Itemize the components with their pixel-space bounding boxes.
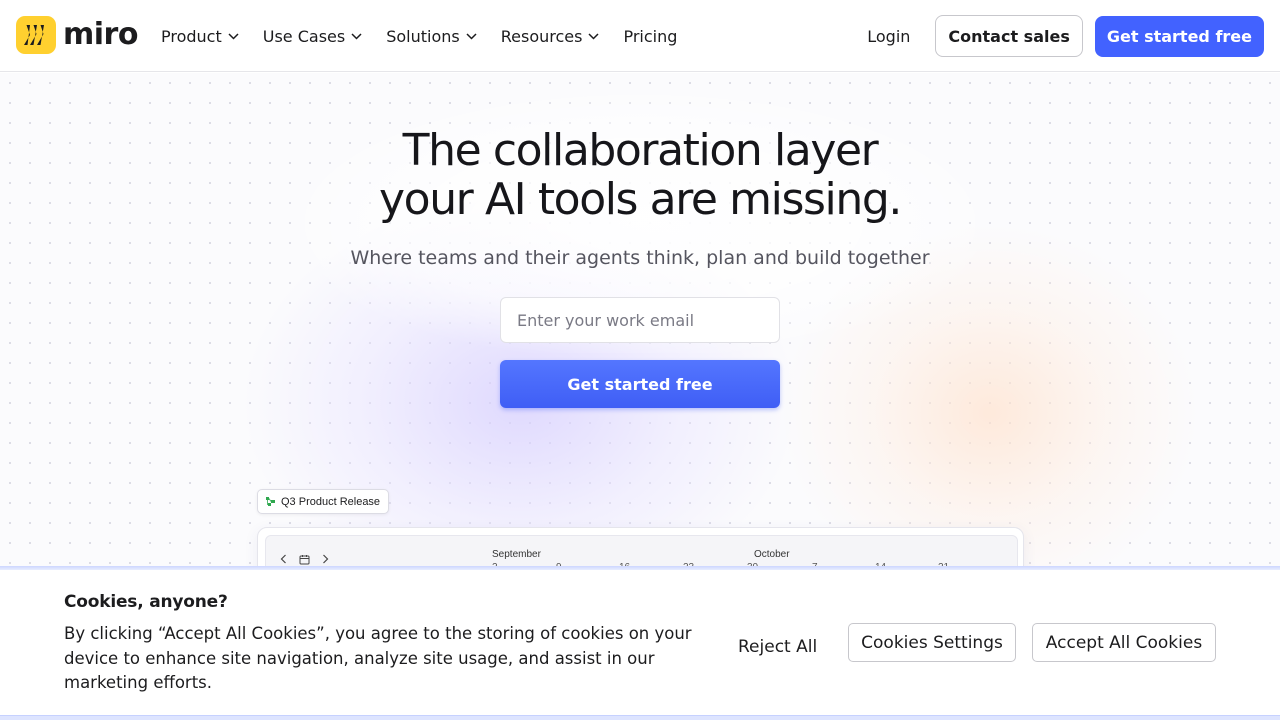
nav-item-label: Product: [161, 26, 222, 46]
chevron-down-icon: [228, 32, 239, 40]
work-email-input[interactable]: [500, 297, 780, 343]
nav-item-product[interactable]: Product: [161, 27, 239, 46]
board-tag-label: Q3 Product Release: [281, 495, 381, 508]
main-menu: Product Use Cases Solutions Resources Pr…: [161, 0, 701, 72]
nav-item-label: Pricing: [623, 26, 678, 46]
headline-line-2: your AI tools are missing.: [379, 174, 902, 225]
contact-sales-button[interactable]: Contact sales: [935, 15, 1083, 57]
chevron-down-icon: [588, 32, 599, 40]
chevron-down-icon: [466, 32, 477, 40]
flow-icon: [265, 496, 276, 507]
nav-item-label: Solutions: [386, 26, 460, 46]
get-started-nav-button[interactable]: Get started free: [1094, 15, 1264, 57]
get-started-hero-button[interactable]: Get started free: [500, 360, 780, 408]
miro-logo[interactable]: miro: [16, 16, 138, 54]
login-link[interactable]: Login: [867, 27, 910, 46]
headline-line-1: The collaboration layer: [402, 125, 879, 176]
cookie-banner-bottom-border: [0, 715, 1280, 720]
nav-item-solutions[interactable]: Solutions: [386, 27, 477, 46]
month-label: September: [492, 549, 541, 560]
board-tag: Q3 Product Release: [257, 489, 390, 514]
cookie-banner-text: By clicking “Accept All Cookies”, you ag…: [64, 624, 692, 692]
reject-all-button[interactable]: Reject All: [738, 632, 817, 662]
accept-all-cookies-button[interactable]: Accept All Cookies: [1032, 623, 1216, 662]
nav-item-label: Resources: [500, 26, 583, 46]
nav-actions: Login Contact sales Get started free: [867, 15, 1264, 57]
cookies-settings-button[interactable]: Cookies Settings: [848, 623, 1016, 662]
logo-text: miro: [63, 17, 138, 52]
top-navigation: miro Product Use Cases Solutions Resourc…: [0, 0, 1280, 72]
hero-subheadline: Where teams and their agents think, plan…: [350, 247, 930, 269]
miro-logo-icon: [16, 16, 56, 54]
nav-item-label: Use Cases: [262, 26, 346, 46]
chevron-right-icon[interactable]: [322, 554, 329, 564]
hero-section: The collaboration layer your AI tools ar…: [0, 73, 1280, 573]
hero-headline: The collaboration layer your AI tools ar…: [0, 126, 1280, 224]
month-label: October: [754, 549, 790, 560]
nav-item-pricing[interactable]: Pricing: [623, 27, 677, 46]
chevron-down-icon: [351, 32, 362, 40]
cookie-banner: Cookies, anyone? By clicking “Accept All…: [0, 570, 1280, 716]
nav-item-resources[interactable]: Resources: [501, 27, 600, 46]
cookie-banner-title: Cookies, anyone?: [64, 592, 228, 612]
calendar-icon[interactable]: [299, 554, 310, 565]
nav-item-use-cases[interactable]: Use Cases: [263, 27, 362, 46]
chevron-left-icon[interactable]: [280, 554, 287, 564]
